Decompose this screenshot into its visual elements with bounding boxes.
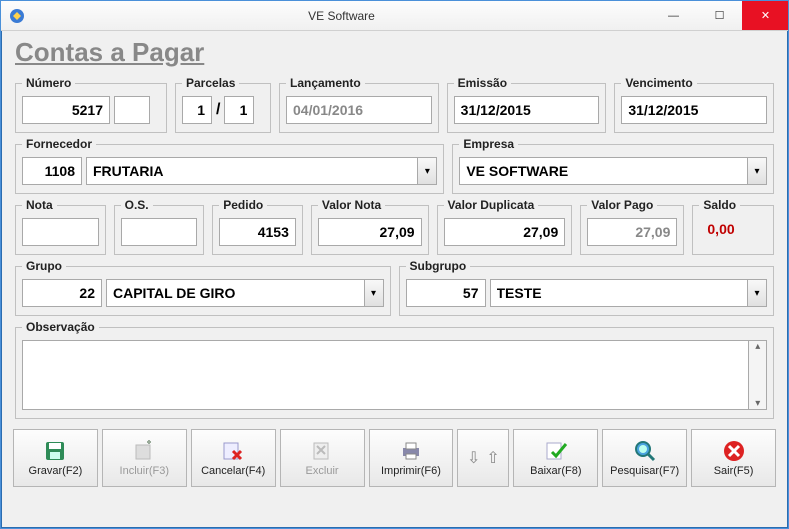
excluir-button[interactable]: Excluir	[280, 429, 365, 487]
parcela-total-input[interactable]	[224, 96, 254, 124]
grupo-nome-input[interactable]	[106, 279, 364, 307]
chevron-down-icon: ▾	[371, 288, 376, 299]
nav-arrows[interactable]: ⇩ ⇧	[457, 429, 509, 487]
cancel-icon	[221, 439, 245, 463]
valor-duplicata-label: Valor Duplicata	[444, 198, 539, 212]
observacao-label: Observação	[22, 320, 99, 334]
incluir-button[interactable]: Incluir(F3)	[102, 429, 187, 487]
parcelas-label: Parcelas	[182, 76, 239, 90]
grupo-dropdown-button[interactable]: ▾	[364, 279, 384, 307]
lancamento-input[interactable]	[286, 96, 432, 124]
pedido-label: Pedido	[219, 198, 267, 212]
close-button[interactable]: ✕	[742, 1, 788, 30]
print-icon	[399, 439, 423, 463]
toolbar: Gravar(F2) Incluir(F3) Cancelar(F4) Excl…	[13, 429, 776, 487]
valor-duplicata-input[interactable]	[444, 218, 566, 246]
scroll-down-icon: ▾	[749, 398, 766, 409]
arrow-up-icon: ⇧	[486, 448, 499, 468]
saldo-label: Saldo	[699, 198, 740, 212]
excluir-label: Excluir	[306, 465, 339, 477]
pesquisar-button[interactable]: Pesquisar(F7)	[602, 429, 687, 487]
numero-label: Número	[22, 76, 75, 90]
lancamento-label: Lançamento	[286, 76, 365, 90]
subgrupo-nome-input[interactable]	[490, 279, 748, 307]
empresa-label: Empresa	[459, 137, 518, 151]
gravar-label: Gravar(F2)	[29, 465, 83, 477]
window-controls: — ☐ ✕	[650, 1, 788, 30]
cancelar-label: Cancelar(F4)	[201, 465, 265, 477]
grupo-codigo-input[interactable]	[22, 279, 102, 307]
empresa-nome-input[interactable]	[459, 157, 747, 185]
nota-input[interactable]	[22, 218, 99, 246]
chevron-down-icon: ▾	[754, 288, 759, 299]
sair-button[interactable]: Sair(F5)	[691, 429, 776, 487]
fornecedor-dropdown-button[interactable]: ▾	[417, 157, 437, 185]
valor-nota-input[interactable]	[318, 218, 422, 246]
check-icon	[544, 439, 568, 463]
app-icon	[9, 8, 25, 24]
emissao-label: Emissão	[454, 76, 511, 90]
fornecedor-label: Fornecedor	[22, 137, 96, 151]
nota-label: Nota	[22, 198, 57, 212]
subgrupo-codigo-input[interactable]	[406, 279, 486, 307]
parcela-atual-input[interactable]	[182, 96, 212, 124]
maximize-button[interactable]: ☐	[696, 1, 742, 30]
baixar-button[interactable]: Baixar(F8)	[513, 429, 598, 487]
arrow-down-icon: ⇩	[467, 448, 480, 468]
window-title: VE Software	[33, 9, 650, 23]
observacao-textarea[interactable]	[22, 340, 749, 410]
empresa-dropdown-button[interactable]: ▾	[747, 157, 767, 185]
vencimento-label: Vencimento	[621, 76, 696, 90]
os-label: O.S.	[121, 198, 153, 212]
imprimir-button[interactable]: Imprimir(F6)	[369, 429, 454, 487]
sair-label: Sair(F5)	[714, 465, 754, 477]
numero-input[interactable]	[22, 96, 110, 124]
delete-icon	[310, 439, 334, 463]
pesquisar-label: Pesquisar(F7)	[610, 465, 679, 477]
page-title: Contas a Pagar	[15, 37, 776, 68]
minimize-button[interactable]: —	[650, 1, 696, 30]
gravar-button[interactable]: Gravar(F2)	[13, 429, 98, 487]
saldo-value: 0,00	[699, 218, 742, 240]
app-window: VE Software — ☐ ✕ Contas a Pagar Número …	[0, 0, 789, 529]
numero-aux-input[interactable]	[114, 96, 150, 124]
imprimir-label: Imprimir(F6)	[381, 465, 441, 477]
os-input[interactable]	[121, 218, 198, 246]
baixar-label: Baixar(F8)	[530, 465, 581, 477]
exit-icon	[722, 439, 746, 463]
grupo-label: Grupo	[22, 259, 66, 273]
add-icon	[132, 439, 156, 463]
valor-pago-input[interactable]	[587, 218, 677, 246]
save-icon	[43, 439, 67, 463]
cancelar-button[interactable]: Cancelar(F4)	[191, 429, 276, 487]
client-area: Contas a Pagar Número Parcelas / Lançame	[1, 31, 788, 528]
chevron-down-icon: ▾	[754, 166, 759, 177]
emissao-input[interactable]	[454, 96, 600, 124]
fornecedor-nome-input[interactable]	[86, 157, 417, 185]
valor-nota-label: Valor Nota	[318, 198, 385, 212]
incluir-label: Incluir(F3)	[120, 465, 170, 477]
search-icon	[633, 439, 657, 463]
pedido-input[interactable]	[219, 218, 296, 246]
subgrupo-dropdown-button[interactable]: ▾	[747, 279, 767, 307]
chevron-down-icon: ▾	[425, 166, 430, 177]
observacao-scrollbar[interactable]: ▴ ▾	[749, 340, 767, 410]
subgrupo-label: Subgrupo	[406, 259, 471, 273]
titlebar: VE Software — ☐ ✕	[1, 1, 788, 31]
vencimento-input[interactable]	[621, 96, 767, 124]
parcela-separator: /	[214, 101, 222, 119]
valor-pago-label: Valor Pago	[587, 198, 657, 212]
scroll-up-icon: ▴	[749, 341, 766, 352]
fornecedor-codigo-input[interactable]	[22, 157, 82, 185]
